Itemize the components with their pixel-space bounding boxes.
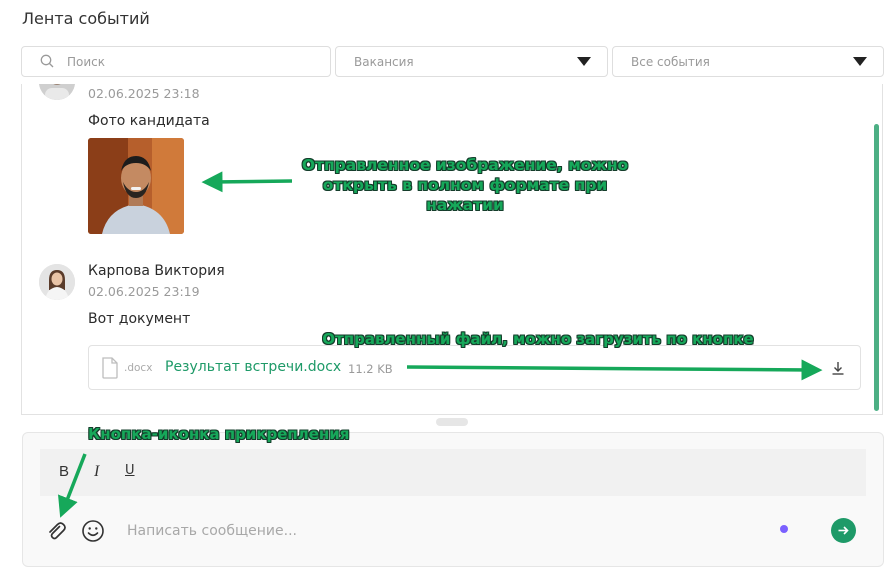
- message-text: Вот документ: [88, 311, 191, 327]
- annotation-file: Отправленный файл, можно загрузить по кн…: [322, 330, 754, 348]
- caret-down-icon: [577, 57, 591, 66]
- file-extension: .docx: [124, 362, 153, 374]
- annotation-attach: Кнопка-иконка прикрепления: [88, 425, 350, 443]
- send-button[interactable]: [831, 518, 856, 543]
- search-icon: [40, 54, 54, 68]
- search-field[interactable]: Поиск: [21, 46, 331, 77]
- candidate-photo[interactable]: [88, 138, 184, 234]
- event-feed[interactable]: 02.06.2025 23:18 Фото кандидата Карпова …: [21, 84, 883, 415]
- feed-scrollbar[interactable]: [874, 124, 879, 411]
- file-icon: [102, 357, 118, 379]
- message-timestamp: 02.06.2025 23:19: [88, 284, 200, 299]
- avatar: [39, 84, 75, 100]
- message-text: Фото кандидата: [88, 113, 210, 129]
- events-select[interactable]: Все события: [612, 46, 884, 77]
- page-title: Лента событий: [22, 9, 150, 28]
- vacancy-select-value: Вакансия: [354, 55, 414, 69]
- file-size: 11.2 KB: [348, 362, 393, 376]
- message-composer: B I U: [22, 432, 884, 567]
- message-input[interactable]: [127, 519, 687, 543]
- file-attachment: .docx Результат встречи.docx 11.2 KB: [88, 345, 861, 390]
- paperclip-icon[interactable]: [46, 520, 68, 542]
- caret-down-icon: [853, 57, 867, 66]
- underline-button[interactable]: U: [125, 463, 135, 478]
- avatar: [39, 264, 75, 300]
- format-toolbar: B I U: [40, 449, 866, 496]
- vacancy-select[interactable]: Вакансия: [335, 46, 608, 77]
- send-arrow-icon: [838, 526, 849, 535]
- download-icon[interactable]: [830, 360, 846, 376]
- events-select-value: Все события: [631, 55, 710, 69]
- resize-handle[interactable]: [436, 418, 468, 426]
- emoji-icon[interactable]: [81, 519, 105, 543]
- search-input[interactable]: Поиск: [67, 55, 105, 69]
- italic-button[interactable]: I: [94, 463, 99, 481]
- file-name-link[interactable]: Результат встречи.docx: [165, 359, 341, 375]
- message-author: Карпова Виктория: [88, 263, 225, 279]
- bold-button[interactable]: B: [59, 463, 69, 480]
- message-timestamp: 02.06.2025 23:18: [88, 86, 200, 101]
- status-dot: [780, 525, 788, 533]
- annotation-image: Отправленное изображение, можно открыть …: [301, 156, 629, 215]
